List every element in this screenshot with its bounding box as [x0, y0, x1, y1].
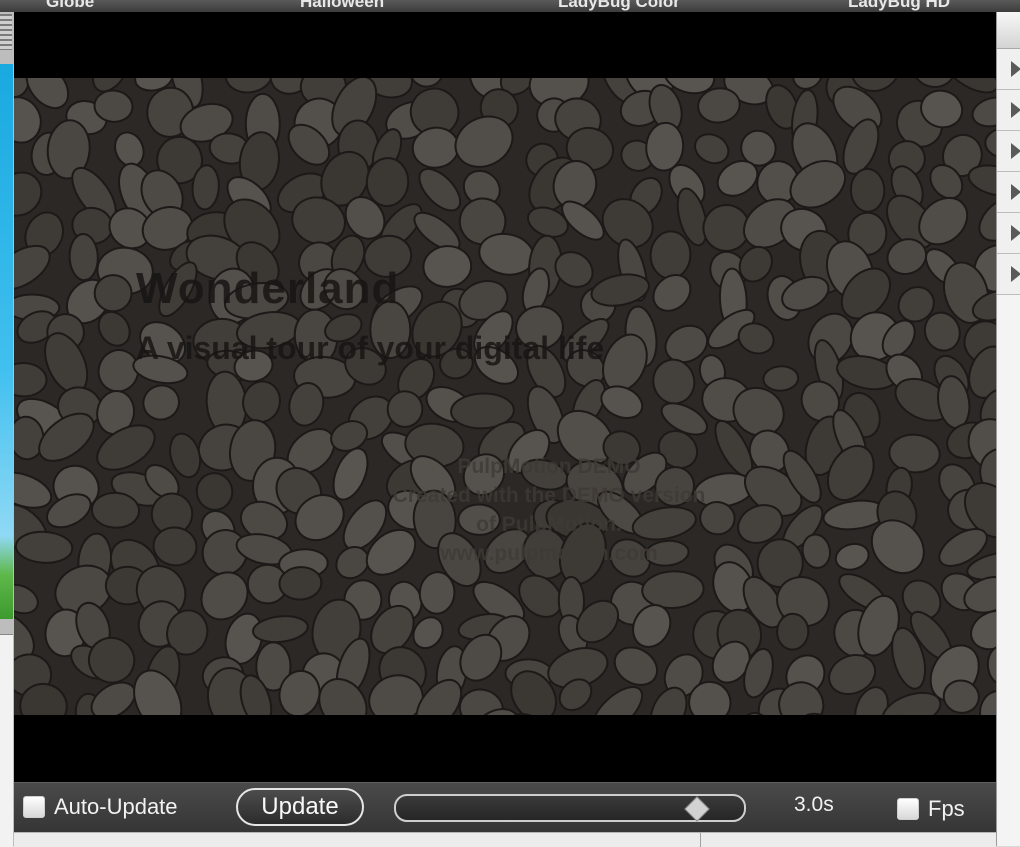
preview-control-bar: Auto-Update Update 3.0s Fps: [14, 782, 996, 833]
watermark-line: www.pulpmotion.com: [314, 539, 784, 568]
pebble: [387, 390, 424, 428]
pebble: [690, 129, 733, 169]
pebble: [888, 433, 941, 474]
pebble: [763, 365, 799, 391]
panel-divider: [700, 833, 701, 847]
pebble: [969, 93, 996, 130]
pebble: [223, 78, 276, 96]
demo-watermark: PulpMotion DEMO Created with the DEMO ve…: [314, 452, 784, 568]
pebble: [776, 613, 809, 650]
right-panel-edge: [996, 12, 1020, 846]
disclosure-arrow-icon[interactable]: [1011, 61, 1020, 77]
right-panel-row[interactable]: [997, 213, 1020, 254]
pebble: [151, 525, 198, 568]
auto-update-label: Auto-Update: [54, 794, 178, 820]
pebble: [14, 363, 47, 397]
pebble: [833, 540, 872, 573]
pebble-background-image: [14, 78, 996, 715]
right-panel-row[interactable]: [997, 172, 1020, 213]
right-panel-row[interactable]: [997, 254, 1020, 295]
pebble: [910, 78, 958, 91]
pebble: [608, 640, 664, 693]
pebble: [422, 244, 473, 288]
template-thumbnail-edge[interactable]: [0, 64, 13, 619]
template-title-2[interactable]: LadyBug Color: [558, 0, 680, 12]
disclosure-arrow-icon[interactable]: [1011, 266, 1020, 282]
pebble: [641, 570, 704, 610]
auto-update-checkbox[interactable]: [23, 796, 45, 818]
watermark-line: Created with the DEMO version: [314, 481, 784, 510]
duration-slider[interactable]: [394, 794, 746, 822]
watermark-line: PulpMotion DEMO: [314, 452, 784, 481]
fps-label: Fps: [928, 796, 965, 822]
disclosure-arrow-icon[interactable]: [1011, 102, 1020, 118]
update-button[interactable]: Update: [236, 788, 364, 826]
pebble: [94, 274, 132, 311]
fps-checkbox[interactable]: [897, 798, 919, 820]
right-panel-header: [997, 12, 1020, 49]
pebble: [15, 530, 73, 564]
left-bottom-panel: [0, 634, 13, 847]
pebble: [649, 355, 699, 408]
left-palette-edge: [0, 12, 14, 846]
pebble: [985, 128, 996, 159]
pebble: [850, 168, 885, 212]
disclosure-arrow-icon[interactable]: [1011, 184, 1020, 200]
pebble-texture: [14, 78, 996, 715]
disclosure-arrow-icon[interactable]: [1011, 225, 1020, 241]
pebble: [649, 230, 691, 279]
pebble: [987, 646, 996, 685]
duration-value: 3.0s: [794, 793, 834, 817]
bottom-panel-strip: [14, 832, 996, 847]
right-panel-row[interactable]: [997, 131, 1020, 172]
pebble: [971, 186, 996, 250]
template-title-0[interactable]: Globe: [46, 0, 94, 12]
pebble: [14, 579, 42, 618]
slideshow-title: Wonderland: [136, 264, 399, 314]
template-title-1[interactable]: Halloween: [300, 0, 384, 12]
pebble: [646, 268, 697, 319]
disclosure-arrow-icon[interactable]: [1011, 143, 1020, 159]
watermark-line: of PulpMotion.: [314, 510, 784, 539]
pebble: [252, 614, 309, 645]
drag-grip-icon[interactable]: [0, 14, 12, 50]
pebble: [69, 234, 99, 281]
duration-slider-thumb[interactable]: [684, 796, 709, 821]
slideshow-preview: Wonderland A visual tour of your digital…: [14, 12, 996, 782]
pebble: [139, 381, 183, 424]
pebble: [193, 470, 235, 513]
right-panel-row[interactable]: [997, 49, 1020, 90]
template-title-3[interactable]: LadyBug HD: [848, 0, 950, 12]
slideshow-subtitle: A visual tour of your digital life: [136, 330, 604, 367]
right-panel-row[interactable]: [997, 90, 1020, 131]
template-title-strip: Globe Halloween LadyBug Color LadyBug HD: [0, 0, 1020, 12]
